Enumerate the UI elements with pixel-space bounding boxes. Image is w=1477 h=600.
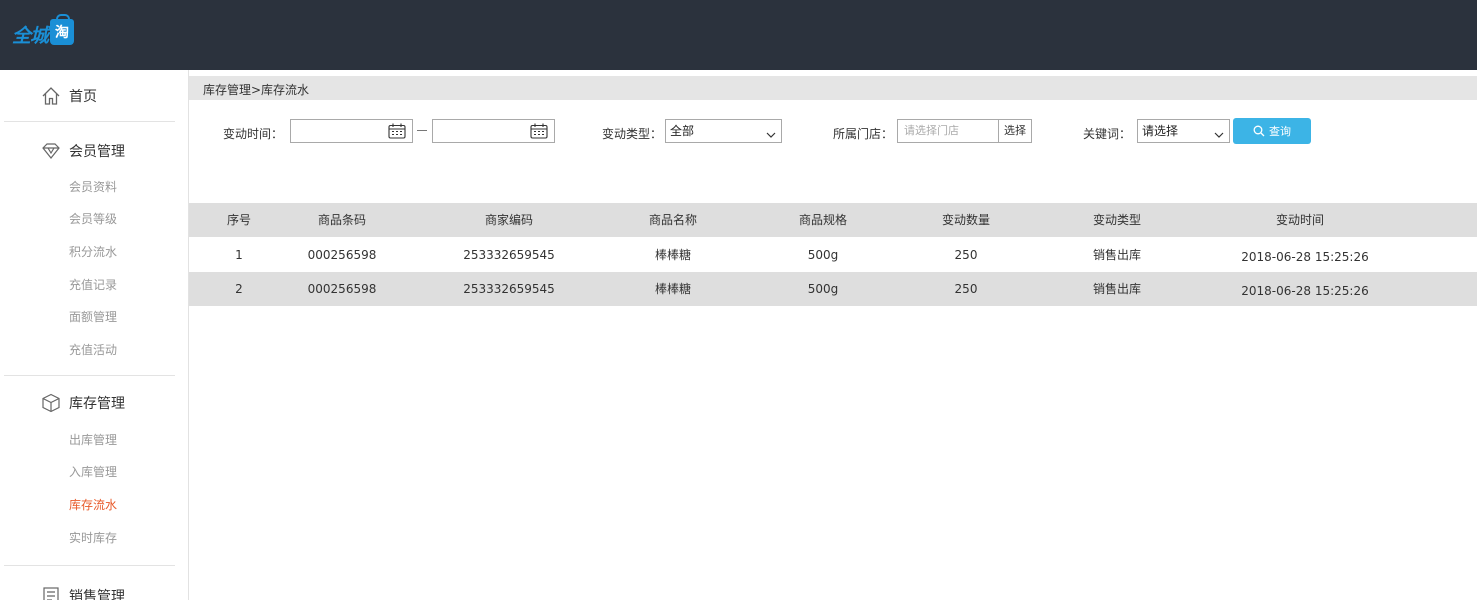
sidebar-item-home[interactable]: 首页 <box>40 84 97 108</box>
calendar-icon[interactable] <box>530 123 548 142</box>
list-icon <box>40 585 62 600</box>
column-header: 商家编码 <box>484 213 533 227</box>
change-type-value: 全部 <box>670 124 695 138</box>
sidebar-item-outbound[interactable]: 出库管理 <box>69 431 117 448</box>
column-header: 变动时间 <box>1275 213 1324 227</box>
end-date-input[interactable] <box>432 119 555 143</box>
change-type-label: 变动类型： <box>602 127 663 141</box>
sidebar: 首页 会员管理 会员资料 会员等级 积分流水 充值记录 面额管理 充值活动 库存… <box>0 70 189 600</box>
sidebar-item-member-level[interactable]: 会员等级 <box>69 210 117 227</box>
top-header: 全城 淘 <box>0 0 1477 70</box>
cell-quantity: 250 <box>954 248 978 262</box>
keyword-label: 关键词： <box>1083 127 1132 141</box>
sidebar-divider <box>4 565 175 566</box>
logo-bag-icon: 淘 <box>50 14 75 45</box>
sidebar-group-label: 销售管理 <box>69 589 125 600</box>
cell-spec: 500g <box>807 282 839 296</box>
column-header: 商品条码 <box>317 213 366 227</box>
column-header: 变动类型 <box>1092 213 1141 227</box>
sidebar-group-label: 库存管理 <box>69 396 125 412</box>
cell-product-name: 棒棒糖 <box>654 248 691 262</box>
sidebar-item-recharge-activity[interactable]: 充值活动 <box>69 341 117 358</box>
change-type-select[interactable]: 全部 <box>665 119 782 143</box>
brand-logo[interactable]: 全城 淘 <box>12 14 75 50</box>
sidebar-group-sales[interactable]: 销售管理 <box>40 584 125 600</box>
cell-index: 2 <box>235 282 243 296</box>
home-icon <box>40 85 62 107</box>
chevron-down-icon <box>766 125 776 147</box>
cell-product-name: 棒棒糖 <box>654 282 691 296</box>
table-row[interactable]: 2 000256598 253332659545 棒棒糖 500g 250 销售… <box>189 272 1477 306</box>
sidebar-group-label: 会员管理 <box>69 144 125 160</box>
cell-spec: 500g <box>807 248 839 262</box>
store-input[interactable]: 请选择门店 <box>897 119 999 143</box>
sidebar-item-member-profile[interactable]: 会员资料 <box>69 178 117 195</box>
column-header: 序号 <box>226 213 251 227</box>
sidebar-item-realtime-stock[interactable]: 实时库存 <box>69 529 117 546</box>
column-header: 变动数量 <box>941 213 990 227</box>
start-date-input[interactable] <box>290 119 413 143</box>
cell-change-time: 2018-06-28 15:25:26 <box>1241 284 1369 298</box>
cell-merchant-code: 253332659545 <box>463 248 555 262</box>
cell-change-time: 2018-06-28 15:25:26 <box>1241 250 1369 264</box>
column-header: 商品规格 <box>798 213 847 227</box>
cell-index: 1 <box>235 248 243 262</box>
calendar-icon[interactable] <box>388 123 406 142</box>
search-icon <box>1253 125 1265 137</box>
cell-merchant-code: 253332659545 <box>463 282 555 296</box>
sidebar-item-stock-flow[interactable]: 库存流水 <box>69 496 117 513</box>
table-row[interactable]: 1 000256598 253332659545 棒棒糖 500g 250 销售… <box>189 238 1477 272</box>
sidebar-item-points-flow[interactable]: 积分流水 <box>69 243 117 260</box>
cell-change-type: 销售出库 <box>1092 248 1141 262</box>
cell-barcode: 000256598 <box>307 282 377 296</box>
table-header: 序号 商品条码 商家编码 商品名称 商品规格 变动数量 变动类型 变动时间 <box>189 203 1477 237</box>
breadcrumb: 库存管理>库存流水 <box>203 83 310 97</box>
column-header: 商品名称 <box>648 213 697 227</box>
diamond-icon <box>40 140 62 162</box>
keyword-value: 请选择 <box>1142 124 1179 138</box>
sidebar-group-members[interactable]: 会员管理 <box>40 139 125 163</box>
keyword-select[interactable]: 请选择 <box>1137 119 1230 143</box>
sidebar-item-recharge-records[interactable]: 充值记录 <box>69 276 117 293</box>
store-label: 所属门店： <box>833 127 894 141</box>
sidebar-item-denomination[interactable]: 面额管理 <box>69 308 117 325</box>
store-select-button[interactable]: 选择 <box>998 119 1032 143</box>
sidebar-item-inbound[interactable]: 入库管理 <box>69 463 117 480</box>
query-button-label: 查询 <box>1269 125 1291 138</box>
cell-barcode: 000256598 <box>307 248 377 262</box>
sidebar-group-inventory[interactable]: 库存管理 <box>40 391 125 415</box>
sidebar-divider <box>4 375 175 376</box>
cell-change-type: 销售出库 <box>1092 282 1141 296</box>
breadcrumb-bar: 库存管理>库存流水 <box>189 76 1477 100</box>
date-range-separator <box>417 130 427 131</box>
logo-text: 全城 <box>12 24 49 47</box>
box-icon <box>40 392 62 414</box>
change-time-label: 变动时间： <box>223 127 284 141</box>
chevron-down-icon <box>1214 125 1224 147</box>
cell-quantity: 250 <box>954 282 978 296</box>
sidebar-divider <box>4 121 175 122</box>
sidebar-item-label: 首页 <box>69 89 97 105</box>
query-button[interactable]: 查询 <box>1233 118 1311 144</box>
